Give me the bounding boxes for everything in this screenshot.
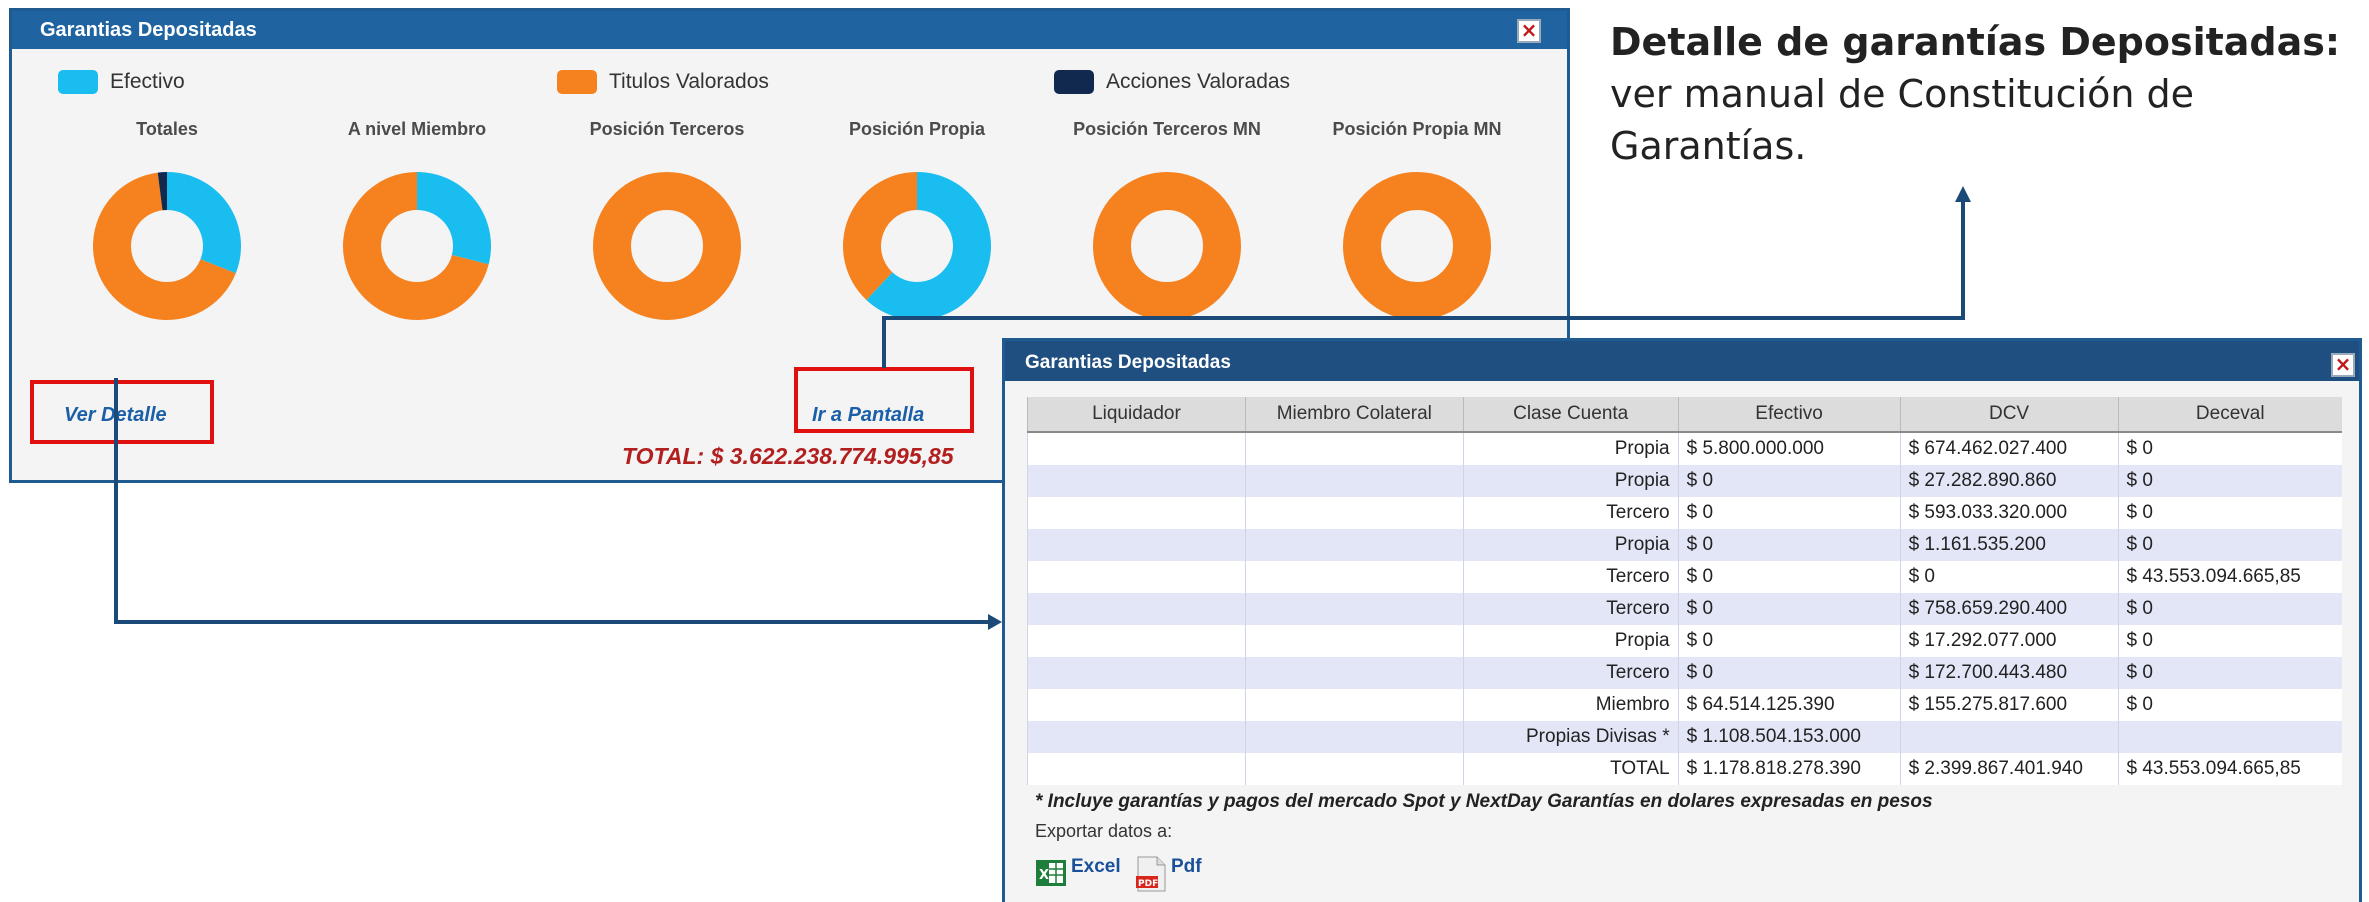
arrow-head-up [1955, 186, 1971, 202]
arrow-ir-a-pantalla-to-annotation [882, 200, 1965, 368]
arrow-head-right [988, 614, 1002, 630]
connector-arrows [114, 186, 1971, 630]
arrow-ver-detalle-to-table [114, 378, 990, 624]
